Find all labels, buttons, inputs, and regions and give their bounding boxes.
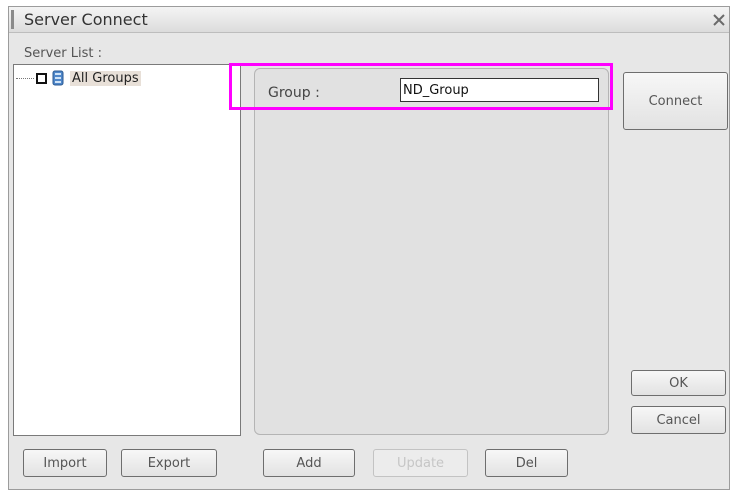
group-label: Group :: [268, 85, 320, 101]
server-group-icon: [52, 70, 64, 86]
close-button[interactable]: [709, 9, 729, 30]
tree-item-all-groups[interactable]: All Groups: [16, 69, 141, 87]
tree-item-label: All Groups: [70, 70, 141, 86]
ok-button[interactable]: OK: [631, 370, 726, 396]
cancel-button[interactable]: Cancel: [631, 406, 726, 434]
dialog-title: Server Connect: [24, 10, 148, 29]
group-name-input[interactable]: [400, 78, 599, 102]
del-button[interactable]: Del: [485, 449, 568, 477]
title-bar: Server Connect: [9, 7, 729, 33]
title-grip: [11, 10, 14, 29]
tree-item-checkbox[interactable]: [36, 72, 47, 84]
server-list-label: Server List :: [24, 46, 102, 61]
server-tree[interactable]: All Groups: [13, 64, 241, 436]
update-button[interactable]: Update: [373, 449, 468, 477]
group-details-panel: [254, 68, 609, 435]
export-button[interactable]: Export: [121, 449, 217, 477]
import-button[interactable]: Import: [23, 449, 107, 477]
close-icon: [713, 13, 725, 26]
connect-button[interactable]: Connect: [623, 72, 728, 130]
add-button[interactable]: Add: [263, 449, 355, 477]
tree-connector: [16, 77, 34, 79]
